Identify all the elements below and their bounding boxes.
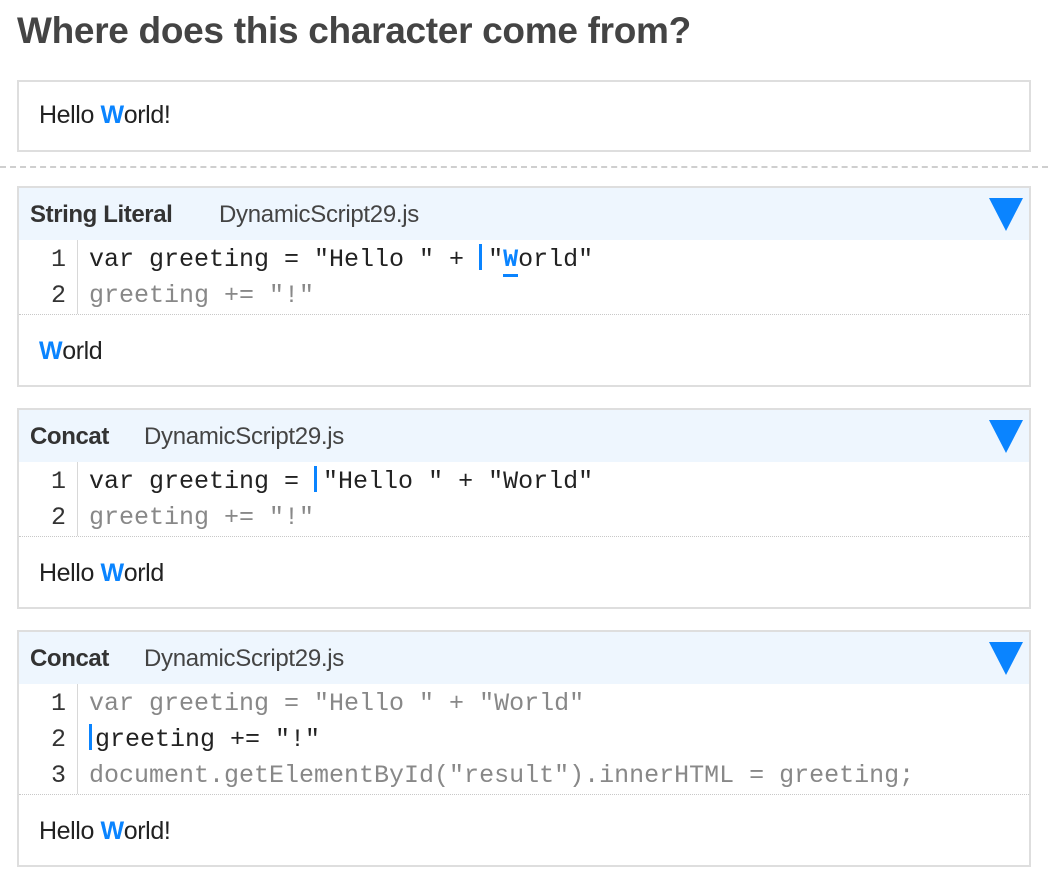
line-number: 1 bbox=[50, 245, 66, 274]
output-text: Hello World bbox=[39, 559, 164, 588]
code-rest: orld" bbox=[518, 245, 594, 274]
triangle-down-icon[interactable] bbox=[989, 642, 1023, 675]
code-line: 2 greeting += "!" bbox=[19, 500, 1029, 536]
step-card-concat: Concat DynamicScript29.js 1 var greeting… bbox=[17, 408, 1031, 609]
line-number: 1 bbox=[50, 689, 66, 718]
output-text: World bbox=[39, 337, 103, 366]
page-title: Where does this character come from? bbox=[17, 10, 691, 51]
code-after: "Hello " + "World" bbox=[323, 467, 594, 496]
result-text-before: Hello bbox=[39, 101, 101, 129]
operation-name: String Literal bbox=[30, 201, 173, 228]
output-text: Hello World! bbox=[39, 817, 171, 846]
code-view: 1 var greeting = "Hello " + "World" 2 gr… bbox=[19, 240, 1029, 314]
triangle-down-icon[interactable] bbox=[989, 420, 1023, 453]
divider bbox=[0, 166, 1048, 168]
code-text: greeting += "!" bbox=[89, 722, 320, 758]
output-highlight-char: W bbox=[39, 337, 63, 365]
code-before: var greeting = "Hello " + bbox=[89, 245, 480, 274]
step-card-string-literal: String Literal DynamicScript29.js 1 var … bbox=[17, 186, 1031, 387]
file-name[interactable]: DynamicScript29.js bbox=[144, 645, 344, 673]
code-text: var greeting = "Hello " + "World" bbox=[89, 689, 585, 718]
result-highlight-char: W bbox=[100, 101, 125, 129]
output-before: Hello bbox=[39, 559, 101, 587]
card-header[interactable]: Concat DynamicScript29.js bbox=[19, 410, 1029, 462]
code-text: var greeting = "Hello " + "World" bbox=[89, 464, 593, 500]
step-output: Hello World! bbox=[19, 794, 1029, 865]
code-text: document.getElementById("result").innerH… bbox=[89, 761, 915, 790]
cursor-marker bbox=[479, 244, 483, 270]
card-header[interactable]: Concat DynamicScript29.js bbox=[19, 632, 1029, 684]
code-line: 2 greeting += "!" bbox=[19, 278, 1029, 314]
code-text: greeting += "!" bbox=[89, 503, 315, 532]
operation-name: Concat bbox=[30, 645, 109, 672]
line-number: 2 bbox=[50, 503, 66, 532]
highlighted-char: W bbox=[503, 245, 519, 277]
step-card-concat-final: Concat DynamicScript29.js 1 var greeting… bbox=[17, 630, 1031, 867]
code-after: greeting += "!" bbox=[95, 725, 321, 754]
file-name[interactable]: DynamicScript29.js bbox=[144, 423, 344, 451]
code-line: 1 var greeting = "Hello " + "World" bbox=[19, 686, 1029, 722]
output-after: orld bbox=[123, 559, 164, 587]
output-before: Hello bbox=[39, 817, 101, 845]
operation-name: Concat bbox=[30, 423, 109, 450]
triangle-down-icon[interactable] bbox=[989, 198, 1023, 231]
output-highlight-char: W bbox=[100, 817, 125, 845]
code-view: 1 var greeting = "Hello " + "World" 2 gr… bbox=[19, 462, 1029, 536]
code-line: 2 greeting += "!" bbox=[19, 722, 1029, 758]
code-before: var greeting = bbox=[89, 467, 315, 496]
output-after: orld! bbox=[123, 817, 171, 845]
card-header[interactable]: String Literal DynamicScript29.js bbox=[19, 188, 1029, 240]
step-output: World bbox=[19, 314, 1029, 385]
code-view: 1 var greeting = "Hello " + "World" 2 gr… bbox=[19, 684, 1029, 794]
code-line: 3 document.getElementById("result").inne… bbox=[19, 758, 1029, 794]
code-line: 1 var greeting = "Hello " + "World" bbox=[19, 464, 1029, 500]
line-number: 3 bbox=[50, 761, 66, 790]
result-text-after: orld! bbox=[123, 101, 171, 129]
file-name[interactable]: DynamicScript29.js bbox=[219, 201, 419, 229]
code-line: 1 var greeting = "Hello " + "World" bbox=[19, 242, 1029, 278]
code-text: greeting += "!" bbox=[89, 281, 315, 310]
output-after: orld bbox=[62, 337, 103, 365]
line-number: 1 bbox=[50, 467, 66, 496]
result-box: Hello World! bbox=[17, 80, 1031, 152]
cursor-marker bbox=[314, 466, 318, 492]
line-number: 2 bbox=[50, 725, 66, 754]
line-number: 2 bbox=[50, 281, 66, 310]
code-after: " bbox=[488, 245, 504, 274]
step-output: Hello World bbox=[19, 536, 1029, 607]
result-text: Hello World! bbox=[39, 101, 171, 130]
output-highlight-char: W bbox=[100, 559, 125, 587]
code-text: var greeting = "Hello " + "World" bbox=[89, 242, 593, 278]
cursor-marker bbox=[89, 724, 92, 750]
